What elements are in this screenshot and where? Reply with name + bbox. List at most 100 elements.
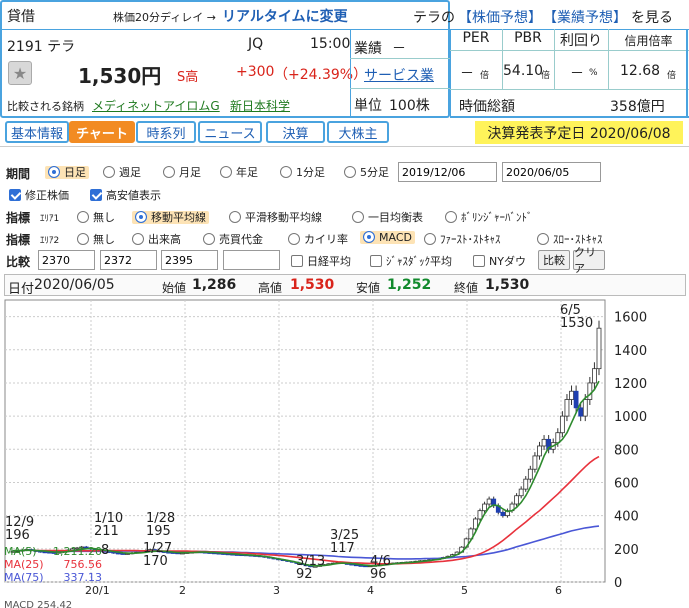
compare-code-1[interactable] (38, 250, 95, 270)
radio-icon[interactable] (352, 211, 364, 223)
compare-code-3[interactable] (161, 250, 218, 270)
radio-icon[interactable] (163, 166, 175, 178)
ind1-none[interactable]: 無し (77, 209, 115, 225)
ind2-volume[interactable]: 出来高 (132, 231, 181, 247)
earnings-forecast-link[interactable]: 【業績予想】 (543, 7, 627, 27)
radio-icon[interactable] (424, 233, 436, 245)
sector-link[interactable]: サービス業 (364, 65, 434, 85)
radio-icon[interactable] (220, 166, 232, 178)
tab-major-shareholders[interactable]: 大株主 (327, 121, 389, 143)
ind2-fast-stoch[interactable]: ﾌｧｰｽﾄ･ｽﾄｷｬｽ (424, 231, 501, 247)
date-to-input[interactable] (502, 162, 601, 182)
quote-time: 15:00 (310, 36, 351, 52)
indicator2-label: 指標 (6, 233, 31, 247)
check-adjusted[interactable]: 修正株価 (9, 187, 69, 203)
legend-ma5: MA(5) 1,211.20 (4, 545, 102, 558)
period-5min[interactable]: 5分足 (344, 164, 389, 180)
cmp-nikkei[interactable]: 日経平均 (291, 253, 351, 269)
ind2-none[interactable]: 無し (77, 231, 115, 247)
annotation-value: 170 (143, 554, 168, 569)
tab-news[interactable]: ニュース (198, 121, 262, 143)
pbr-unit: 倍 (541, 71, 551, 81)
checkbox-icon[interactable] (370, 255, 382, 267)
radio-icon[interactable] (132, 233, 144, 245)
plot-frame (4, 299, 606, 583)
low-value: 1,252 (387, 277, 432, 293)
ind2-turnover[interactable]: 売買代金 (203, 231, 263, 247)
ind2-macd[interactable]: MACD (360, 231, 415, 244)
compare-button[interactable]: 比較 (538, 250, 570, 270)
radio-icon[interactable] (77, 233, 89, 245)
ind1-moving-average[interactable]: 移動平均線 (132, 209, 209, 225)
ind1-smoothed-label: 平滑移動平均線 (245, 211, 322, 224)
realtime-link[interactable]: リアルタイムに変更 (222, 6, 348, 26)
compare-link-2[interactable]: アイロムG (163, 97, 220, 114)
forecast-link[interactable]: 【株価予想】 (458, 7, 542, 27)
check-adjusted-label: 修正株価 (25, 189, 69, 202)
ind1-none-label: 無し (93, 211, 115, 224)
ind2-deviation[interactable]: カイリ率 (288, 231, 348, 247)
clear-button[interactable]: クリア (573, 246, 605, 275)
annotation-value: 96 (370, 567, 387, 582)
candle-body (518, 488, 524, 497)
period-weekly-label: 週足 (119, 166, 141, 179)
compare-link-3[interactable]: 新日本科学 (230, 97, 290, 114)
period-daily[interactable]: 日足 (45, 164, 89, 180)
x-tick-label: 5 (461, 584, 468, 597)
cmp-nydow[interactable]: NYダウ (473, 253, 526, 269)
annotation-value: 117 (330, 541, 355, 556)
period-weekly[interactable]: 週足 (103, 164, 141, 180)
tab-timeseries[interactable]: 時系列 (136, 121, 196, 143)
period-yearly[interactable]: 年足 (220, 164, 258, 180)
radio-icon[interactable] (288, 233, 300, 245)
annotation-value: 1530 (560, 316, 593, 331)
radio-icon[interactable] (363, 231, 375, 243)
divider (686, 29, 688, 118)
earnings-notice: 決算発表予定日 2020/06/08 (475, 121, 683, 144)
checkbox-icon[interactable] (291, 255, 303, 267)
checkbox-icon[interactable] (9, 189, 21, 201)
radio-icon[interactable] (48, 166, 60, 178)
radio-icon[interactable] (280, 166, 292, 178)
date-from-input[interactable] (398, 162, 497, 182)
star-icon[interactable]: ★ (8, 61, 32, 85)
per-label: PER (462, 30, 490, 46)
radio-icon[interactable] (445, 211, 457, 223)
cmp-jasdaq[interactable]: ｼﾞｬｽﾀﾞｯｸ平均 (370, 253, 452, 269)
legend-ma25-name: MA(25) (4, 558, 44, 571)
y-tick-label: 600 (614, 476, 639, 491)
period-monthly[interactable]: 月足 (163, 164, 201, 180)
radio-icon[interactable] (537, 233, 549, 245)
candle-body (559, 415, 565, 434)
ind1-smoothed-ma[interactable]: 平滑移動平均線 (229, 209, 322, 225)
candle-body (592, 368, 597, 384)
unit-label: 単位 (354, 98, 382, 114)
radio-icon[interactable] (203, 233, 215, 245)
radio-icon[interactable] (103, 166, 115, 178)
checkbox-icon[interactable] (473, 255, 485, 267)
radio-icon[interactable] (344, 166, 356, 178)
compare-link-1[interactable]: メディネット (92, 97, 163, 114)
radio-icon[interactable] (77, 211, 89, 223)
radio-icon[interactable] (135, 211, 147, 223)
radio-icon[interactable] (229, 211, 241, 223)
close-label: 終値 (454, 281, 479, 295)
gyoseki-label: 業績 (354, 41, 382, 57)
yield-unit: % (589, 68, 598, 78)
code-name: 2191 テラ (7, 39, 76, 55)
checkbox-icon[interactable] (90, 189, 102, 201)
compare-code-2[interactable] (100, 250, 157, 270)
tab-chart[interactable]: チャート (69, 121, 135, 143)
tab-basic-info[interactable]: 基本情報 (5, 121, 69, 143)
ind1-ichimoku[interactable]: 一目均衡表 (352, 209, 423, 225)
y-tick-label: 1000 (614, 410, 647, 425)
period-1min[interactable]: 1分足 (280, 164, 325, 180)
legend-ma75: MA(75) 337.13 (4, 571, 102, 584)
compare-code-4[interactable] (223, 250, 280, 270)
tab-earnings[interactable]: 決算 (266, 121, 325, 143)
gyoseki-value: － (392, 41, 406, 57)
x-tick-label: 6 (555, 584, 562, 597)
legend-ma5-name: MA(5) (4, 545, 37, 558)
check-highlow[interactable]: 高安値表示 (90, 187, 161, 203)
ind1-bollinger[interactable]: ﾎﾞﾘﾝｼﾞｬｰﾊﾞﾝﾄﾞ (445, 209, 533, 225)
